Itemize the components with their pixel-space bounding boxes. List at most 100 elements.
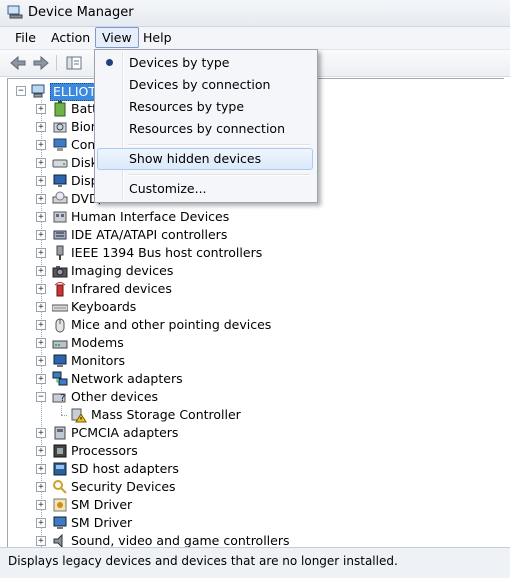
driver-icon (53, 498, 67, 512)
category-label: SM Driver (71, 515, 133, 530)
forward-arrow-icon[interactable] (31, 54, 51, 72)
dvd-icon (52, 191, 68, 204)
expand-toggle[interactable]: + (36, 248, 46, 258)
sound-icon (53, 533, 63, 547)
computer-icon (53, 138, 67, 151)
expand-toggle[interactable]: + (36, 176, 46, 186)
expand-toggle[interactable]: + (36, 500, 46, 510)
monitor-icon (53, 516, 67, 529)
menu-item-label: Devices by type (129, 55, 230, 70)
tree-category-row[interactable]: + IEEE 1394 Bus host controllers (8, 244, 488, 262)
expand-toggle[interactable]: + (36, 482, 46, 492)
back-arrow-icon[interactable] (8, 54, 28, 72)
category-label: Modems (71, 335, 124, 350)
expand-toggle[interactable]: + (36, 194, 46, 204)
title-bar: Device Manager (0, 0, 510, 27)
menu-item-devices-by-type[interactable]: Devices by type (97, 52, 313, 74)
collapse-toggle[interactable]: − (36, 392, 46, 402)
ieee1394-icon (56, 245, 64, 260)
category-label: Security Devices (71, 479, 176, 494)
tree-category-row[interactable]: + Infrared devices (8, 280, 488, 298)
tree-category-row[interactable]: + PCMCIA adapters (8, 424, 488, 442)
tree-category-row[interactable]: + Security Devices (8, 478, 488, 496)
tree-category-row[interactable]: + Human Interface Devices (8, 208, 488, 226)
expand-toggle[interactable]: + (36, 356, 46, 366)
tree-category-row[interactable]: + SD host adapters (8, 460, 488, 478)
menu-item-resources-by-connection[interactable]: Resources by connection (97, 118, 313, 140)
expand-toggle[interactable]: + (36, 320, 46, 330)
menu-item-show-hidden-devices[interactable]: Show hidden devices (97, 148, 313, 170)
hid-icon (53, 211, 67, 223)
ide-icon (53, 230, 67, 240)
expand-toggle[interactable]: + (36, 266, 46, 276)
window-title: Device Manager (28, 5, 134, 20)
tree-category-row[interactable]: + SM Driver (8, 514, 488, 532)
expand-toggle[interactable]: + (36, 158, 46, 168)
expand-toggle[interactable]: + (36, 230, 46, 240)
menu-separator (128, 174, 310, 176)
show-hide-console-tree-icon[interactable] (64, 54, 84, 72)
expand-toggle[interactable]: + (36, 536, 46, 546)
expand-toggle[interactable]: + (36, 518, 46, 528)
display-icon (53, 174, 67, 187)
status-bar: Displays legacy devices and devices that… (0, 547, 510, 578)
menu-item-label: Resources by type (129, 99, 245, 114)
category-label: Human Interface Devices (71, 209, 230, 224)
expand-toggle[interactable]: + (36, 338, 46, 348)
category-label: Mice and other pointing devices (71, 317, 272, 332)
tree-category-row[interactable]: + Processors (8, 442, 488, 460)
category-label: IEEE 1394 Bus host controllers (71, 245, 263, 260)
expand-toggle[interactable]: + (36, 464, 46, 474)
toolbar-separator (56, 55, 57, 71)
expand-toggle[interactable]: + (36, 122, 46, 132)
menu-help[interactable]: Help (137, 28, 178, 47)
camera-icon (52, 266, 68, 278)
expand-toggle[interactable]: + (36, 446, 46, 456)
menu-view[interactable]: View (95, 27, 139, 48)
expand-toggle[interactable]: + (36, 104, 46, 114)
category-label: Sound, video and game controllers (71, 533, 290, 547)
computer-icon (31, 84, 45, 98)
tree-category-row[interactable]: + Mice and other pointing devices (8, 316, 488, 334)
category-label: SM Driver (71, 497, 133, 512)
processor-icon (53, 444, 67, 458)
menu-action[interactable]: Action (45, 28, 96, 47)
tree-device-row[interactable]: Mass Storage Controller (8, 406, 488, 424)
category-label: PCMCIA adapters (71, 425, 179, 440)
tree-category-row[interactable]: − ? Other devices (8, 388, 488, 406)
tree-category-row[interactable]: + Keyboards (8, 298, 488, 316)
infrared-icon (54, 282, 66, 297)
device-label: Mass Storage Controller (91, 407, 241, 422)
expand-toggle[interactable]: + (36, 302, 46, 312)
menu-item-label: Show hidden devices (129, 151, 262, 166)
category-label: Monitors (71, 353, 126, 368)
tree-category-row[interactable]: + IDE ATA/ATAPI controllers (8, 226, 488, 244)
expand-toggle[interactable]: + (36, 284, 46, 294)
tree-category-row[interactable]: + Sound, video and game controllers (8, 532, 488, 547)
tree-category-row[interactable]: + Modems (8, 334, 488, 352)
category-label: Keyboards (71, 299, 137, 314)
menu-bar: File Action View Help (0, 27, 510, 50)
tree-category-row[interactable]: + Imaging devices (8, 262, 488, 280)
collapse-toggle[interactable]: − (16, 86, 26, 96)
expand-toggle[interactable]: + (36, 212, 46, 222)
menu-item-devices-by-connection[interactable]: Devices by connection (97, 74, 313, 96)
tree-category-row[interactable]: + Monitors (8, 352, 488, 370)
radio-selected-icon (106, 59, 113, 66)
view-menu-dropdown: Devices by type Devices by connection Re… (94, 49, 318, 203)
category-label: Infrared devices (71, 281, 172, 296)
biometric-icon (53, 122, 67, 133)
expand-toggle[interactable]: + (36, 428, 46, 438)
warning-device-icon (71, 408, 87, 423)
keyboard-icon (52, 304, 68, 312)
category-label: Network adapters (71, 371, 183, 386)
unknown-device-icon: ? (52, 393, 66, 404)
expand-toggle[interactable]: + (36, 140, 46, 150)
menu-file[interactable]: File (9, 28, 42, 47)
expand-toggle[interactable]: + (36, 374, 46, 384)
pcmcia-icon (54, 426, 66, 440)
menu-item-resources-by-type[interactable]: Resources by type (97, 96, 313, 118)
tree-category-row[interactable]: + Network adapters (8, 370, 488, 388)
menu-item-customize[interactable]: Customize... (97, 178, 313, 200)
tree-category-row[interactable]: + SM Driver (8, 496, 488, 514)
